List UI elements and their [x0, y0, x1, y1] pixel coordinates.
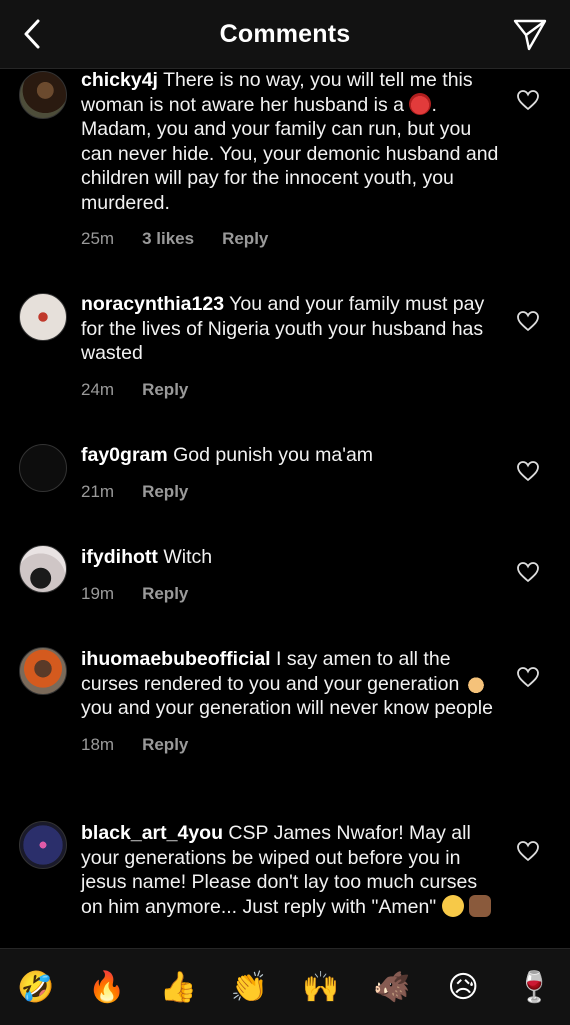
- comment-body: Witch: [163, 546, 213, 568]
- comment-text: fay0gram God punish you ma'am: [81, 443, 501, 468]
- clapping-hands-emoji[interactable]: 👏: [225, 963, 273, 1011]
- avatar[interactable]: [19, 647, 67, 695]
- avatar[interactable]: [19, 545, 67, 593]
- comment-time: 25m: [81, 229, 115, 248]
- comment-time: 24m: [81, 379, 115, 399]
- header-bar: Comments: [0, 0, 570, 69]
- comments-list: chicky4j There is no way, you will tell …: [0, 68, 570, 948]
- paper-plane-icon: [513, 19, 547, 51]
- comment-meta: 21m Reply: [81, 482, 501, 502]
- avatar[interactable]: [19, 821, 67, 869]
- comment-username[interactable]: chicky4j: [81, 69, 158, 91]
- share-button[interactable]: [508, 12, 552, 56]
- comment-time: 19m: [81, 583, 115, 603]
- comment-meta: 19m Reply: [81, 584, 501, 604]
- comment-meta: 18m Reply: [81, 735, 501, 755]
- avatar[interactable]: [19, 293, 67, 341]
- comment-meta: 25m 3 likes Reply: [81, 229, 501, 249]
- avatar[interactable]: [19, 71, 67, 119]
- wine-glass-emoji[interactable]: 🍷: [510, 963, 558, 1011]
- comment-text: ifydihott Witch: [81, 545, 501, 570]
- comment-time: 18m: [81, 734, 115, 754]
- page-title: Comments: [219, 19, 351, 48]
- heart-icon[interactable]: [516, 665, 540, 689]
- comment-text: noracynthia123 You and your family must …: [81, 292, 501, 366]
- comment-username[interactable]: ihuomaebubeofficial: [81, 648, 271, 670]
- heart-icon[interactable]: [516, 309, 540, 333]
- thumbs-up-emoji[interactable]: 👍: [154, 963, 202, 1011]
- avatar[interactable]: [19, 444, 67, 492]
- comment-meta: 24m Reply: [81, 380, 501, 400]
- devil-face-emoji: [409, 92, 432, 115]
- comment-likes[interactable]: 3 likes: [142, 229, 194, 249]
- reply-button[interactable]: Reply: [142, 482, 188, 502]
- comment-username[interactable]: black_art_4you: [81, 822, 223, 844]
- rolling-laughing-emoji[interactable]: 🤣: [12, 963, 60, 1011]
- fire-emoji[interactable]: 🔥: [83, 963, 131, 1011]
- heart-icon[interactable]: [516, 88, 540, 112]
- reply-button[interactable]: Reply: [142, 380, 188, 400]
- raised-fist-emoji: [469, 894, 492, 917]
- reply-button[interactable]: Reply: [142, 584, 188, 604]
- heart-icon[interactable]: [516, 560, 540, 584]
- comment-username[interactable]: noracynthia123: [81, 293, 224, 315]
- sad-relieved-face-emoji[interactable]: 😥: [439, 963, 487, 1011]
- comment-body-cont: you and your generation will never know …: [81, 697, 493, 719]
- comment-text: black_art_4you CSP James Nwafor! May all…: [81, 821, 501, 919]
- comment-username[interactable]: ifydihott: [81, 546, 158, 568]
- comment-text: chicky4j There is no way, you will tell …: [81, 68, 501, 215]
- heart-icon[interactable]: [516, 459, 540, 483]
- comment-body: God punish you ma'am: [173, 444, 374, 466]
- expressionless-face-emoji: [441, 894, 464, 917]
- comment-time: 21m: [81, 481, 115, 501]
- boar-emoji[interactable]: 🐗: [368, 963, 416, 1011]
- comment-text: ihuomaebubeofficial I say amen to all th…: [81, 647, 501, 721]
- chevron-left-icon: [24, 19, 40, 49]
- folded-hands-emoji: [464, 671, 487, 694]
- back-button[interactable]: [14, 14, 50, 54]
- heart-icon[interactable]: [516, 839, 540, 863]
- raising-hands-emoji[interactable]: 🙌: [297, 963, 345, 1011]
- comment-username[interactable]: fay0gram: [81, 444, 168, 466]
- emoji-quick-bar: 🤣 🔥 👍 👏 🙌 🐗 😥 🍷: [0, 948, 570, 1025]
- reply-button[interactable]: Reply: [222, 229, 268, 249]
- reply-button[interactable]: Reply: [142, 735, 188, 755]
